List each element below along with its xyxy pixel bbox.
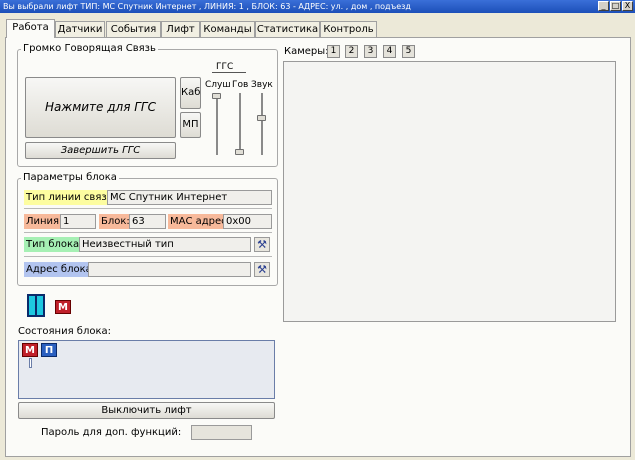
tab-statistics[interactable]: Статистика [255,21,320,37]
wrench-icon[interactable]: ⚒ [254,237,270,252]
tab-sensors[interactable]: Датчики [55,21,105,37]
camera-1-button[interactable]: 1 [327,45,340,58]
block-label: Блок: [99,214,132,229]
block-field[interactable]: 63 [129,214,166,229]
address-label: Адрес блока: [24,262,98,277]
tab-commands[interactable]: Команды [200,21,255,37]
cameras-label: Камеры: [284,46,329,57]
address-field[interactable] [88,262,251,277]
separator [24,232,272,233]
window-title: Вы выбрали лифт ТИП: МС Спутник Интернет… [0,0,635,13]
minimize-button[interactable]: _ [598,1,609,11]
separator [24,256,272,257]
slider-sound[interactable] [257,115,266,122]
lift-icon [27,294,45,317]
wrench-icon[interactable]: ⚒ [254,262,270,277]
camera-4-button[interactable]: 4 [383,45,396,58]
ggs-call-button[interactable]: Нажмите для ГГС [25,77,176,138]
slider-listen[interactable] [212,93,221,99]
close-button[interactable]: X [622,1,633,11]
tab-work[interactable]: Работа [6,19,55,38]
slider-label-speak: Гов [232,80,249,90]
block-type-label: Тип блока: [24,237,85,252]
p-state-icon: П [41,343,57,357]
line-label: Линия: [24,214,65,229]
line-field[interactable]: 1 [60,214,96,229]
m-badge: М [55,300,71,314]
tab-events[interactable]: События [106,21,161,37]
tab-lift[interactable]: Лифт [161,21,200,37]
finish-ggs-button[interactable]: Завершить ГГС [25,142,176,159]
m-state-icon: М [22,343,38,357]
slider-label-sound: Звук [251,80,273,90]
disable-lift-button[interactable]: Выключить лифт [18,402,275,419]
slider-speak[interactable] [235,149,244,155]
block-type-field[interactable]: Неизвестный тип [79,237,251,252]
line-type-label: Тип линии связи: [24,190,119,205]
mac-field[interactable]: 0x00 [223,214,272,229]
slider-track-sound [261,93,263,155]
state-scroll-handle [29,358,32,368]
block-params-title: Параметры блока [21,172,119,183]
mixer-title-underline [212,72,246,73]
camera-3-button[interactable]: 3 [364,45,377,58]
password-label: Пароль для доп. функций: [41,427,182,438]
camera-5-button[interactable]: 5 [402,45,415,58]
camera-2-button[interactable]: 2 [345,45,358,58]
password-field[interactable] [191,425,252,440]
slider-track-speak [239,93,241,155]
maximize-button[interactable]: □ [610,1,621,11]
mixer-title: ГГС [216,62,234,72]
kab-button[interactable]: Каб [180,77,201,109]
camera-view [283,61,616,322]
slider-track-listen [216,93,218,155]
slider-label-listen: Слуш [205,80,231,90]
tab-control[interactable]: Контроль [320,21,377,37]
line-type-field[interactable]: МС Спутник Интернет [107,190,272,205]
ggs-group-title: Громко Говорящая Связь [21,43,158,54]
separator [24,208,272,209]
mp-button[interactable]: МП [180,112,201,138]
block-state-label: Состояния блока: [18,326,112,337]
